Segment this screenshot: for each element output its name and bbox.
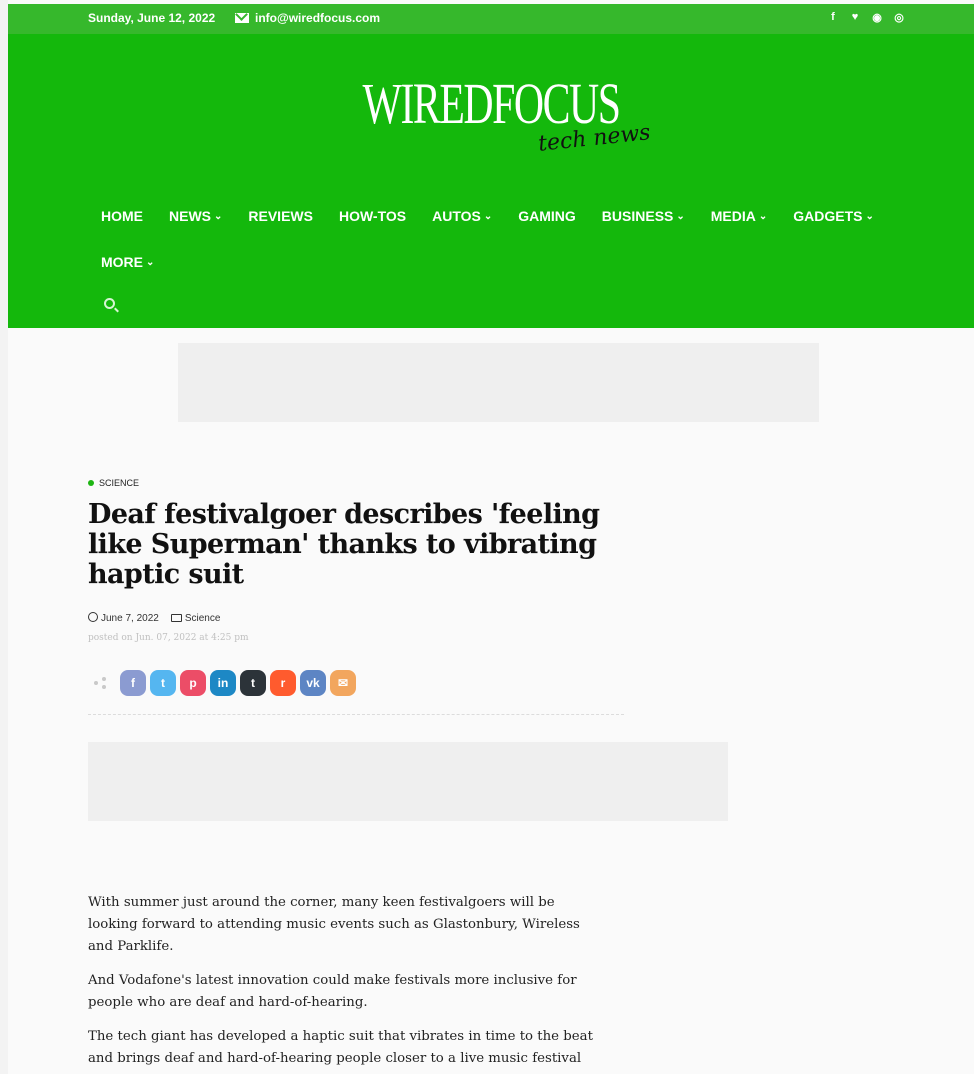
article-paragraph: The tech giant has developed a haptic su… xyxy=(88,1029,593,1066)
nav-item-label: REVIEWS xyxy=(248,208,313,224)
article-meta-category-text: Science xyxy=(184,612,221,624)
share-divider xyxy=(88,714,624,715)
share-bar: f t p in t r vk ✉ xyxy=(94,670,356,696)
chevron-down-icon: ⌄ xyxy=(146,256,155,268)
nav-item-label: GADGETS xyxy=(793,208,863,224)
current-date: Sunday, June 12, 2022 xyxy=(88,11,216,25)
chevron-down-icon: ⌄ xyxy=(758,210,768,222)
mail-icon xyxy=(235,13,249,23)
linkedin-share-button[interactable]: in xyxy=(210,670,236,696)
nav-item-gadgets[interactable]: GADGETS ⌄ xyxy=(793,206,874,226)
twitter-icon[interactable]: ♥ xyxy=(850,11,860,24)
clock-icon xyxy=(88,612,98,622)
nav-item-label: MEDIA xyxy=(710,208,756,224)
ad-banner-inline xyxy=(88,742,728,821)
nav-item-label: NEWS xyxy=(169,208,211,224)
article-category-label: SCIENCE xyxy=(99,478,140,488)
article-meta-category[interactable]: Science xyxy=(170,612,221,624)
nav-item-news[interactable]: NEWS ⌄ xyxy=(169,206,222,226)
facebook-icon[interactable]: f xyxy=(828,11,838,24)
nav-item-gaming[interactable]: GAMING xyxy=(518,206,576,226)
share-icon xyxy=(94,677,106,689)
nav-item-label: GAMING xyxy=(518,208,576,224)
nav-item-how-tos[interactable]: HOW-TOS xyxy=(339,206,406,226)
article-paragraph: And Vodafone's latest innovation could m… xyxy=(88,973,577,1010)
nav-item-label: BUSINESS xyxy=(601,208,674,224)
top-bar: Sunday, June 12, 2022 info@wiredfocus.co… xyxy=(8,4,974,34)
article-title: Deaf festivalgoer describes 'feeling lik… xyxy=(88,499,600,590)
tumblr-share-button[interactable]: t xyxy=(240,670,266,696)
nav-item-media[interactable]: MEDIA ⌄ xyxy=(711,206,768,226)
pinterest-share-button[interactable]: p xyxy=(180,670,206,696)
nav-item-reviews[interactable]: REVIEWS xyxy=(248,206,313,226)
main-nav: HOME NEWS ⌄ REVIEWS HOW-TOS AUTOS ⌄ GAMING BUSIN… xyxy=(101,206,921,272)
reddit-share-button[interactable]: r xyxy=(270,670,296,696)
article-body: With summer just around the corner, many… xyxy=(88,892,608,1074)
social-links: f ♥ ◉ ◎ xyxy=(828,11,904,24)
nav-item-label: AUTOS xyxy=(432,208,481,224)
article-date: June 7, 2022 xyxy=(88,612,159,624)
nav-item-label: MORE xyxy=(101,254,143,270)
facebook-share-button[interactable]: f xyxy=(120,670,146,696)
ad-banner-top xyxy=(178,343,819,422)
page-frame: Sunday, June 12, 2022 info@wiredfocus.co… xyxy=(8,0,974,1074)
pinterest-icon[interactable]: ◉ xyxy=(872,11,882,24)
vk-share-button[interactable]: vk xyxy=(300,670,326,696)
twitter-share-button[interactable]: t xyxy=(150,670,176,696)
article-paragraph: With summer just around the corner, many… xyxy=(88,895,580,954)
search-icon[interactable] xyxy=(104,298,115,309)
nav-item-label: HOW-TOS xyxy=(338,208,407,224)
folder-icon xyxy=(170,613,182,622)
posted-timestamp: posted on Jun. 07, 2022 at 4:25 pm xyxy=(88,633,249,643)
chevron-down-icon: ⌄ xyxy=(214,210,223,222)
email-share-button[interactable]: ✉ xyxy=(330,670,356,696)
contact-email-link[interactable]: info@wiredfocus.com xyxy=(235,11,380,25)
article-category[interactable]: SCIENCE xyxy=(88,478,139,488)
category-dot xyxy=(88,480,94,486)
site-header: WIREDFOCUS tech news HOME NEWS ⌄ REVIEWS HOW… xyxy=(8,34,974,328)
nav-item-label: HOME xyxy=(101,208,143,224)
instagram-icon[interactable]: ◎ xyxy=(894,11,904,24)
chevron-down-icon: ⌄ xyxy=(676,210,685,222)
nav-item-more[interactable]: MORE ⌄ xyxy=(101,252,154,272)
nav-item-autos[interactable]: AUTOS ⌄ xyxy=(432,206,492,226)
nav-item-home[interactable]: HOME xyxy=(101,206,143,226)
nav-item-business[interactable]: BUSINESS ⌄ xyxy=(602,206,685,226)
contact-email-text: info@wiredfocus.com xyxy=(255,11,381,25)
site-logo[interactable]: WIREDFOCUS xyxy=(143,70,839,137)
chevron-down-icon: ⌄ xyxy=(865,210,874,222)
chevron-down-icon: ⌄ xyxy=(483,210,493,222)
article-date-text: June 7, 2022 xyxy=(101,613,159,624)
article-meta: June 7, 2022 Science xyxy=(88,612,220,624)
